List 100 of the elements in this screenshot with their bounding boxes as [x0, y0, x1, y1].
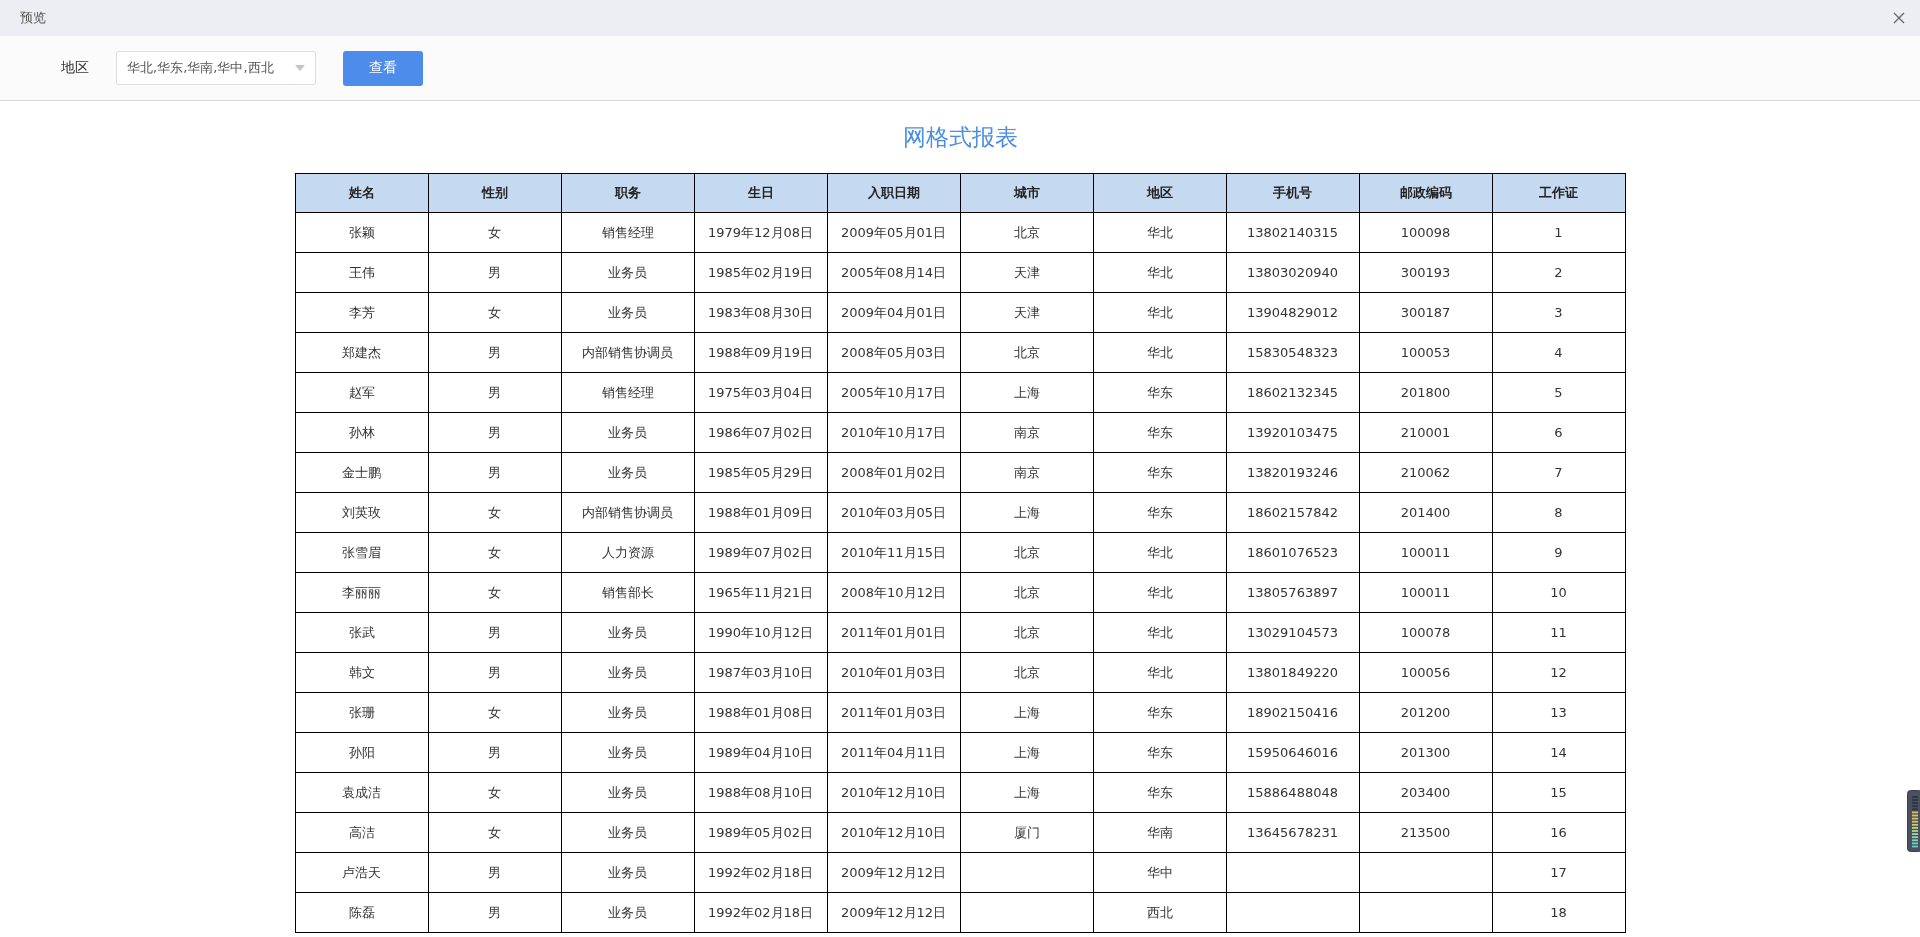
table-cell: 2 — [1492, 252, 1625, 293]
table-cell: 内部销售协调员 — [561, 332, 694, 373]
table-cell: 16 — [1492, 812, 1625, 853]
table-cell: 女 — [428, 572, 561, 613]
caret-icon — [295, 65, 305, 71]
table-cell: 210062 — [1359, 452, 1492, 493]
table-cell: 100053 — [1359, 332, 1492, 373]
table-cell: 女 — [428, 812, 561, 853]
table-cell: 1985年05月29日 — [694, 452, 827, 493]
table-cell: 4 — [1492, 332, 1625, 373]
table-cell: 18 — [1492, 892, 1625, 933]
table-cell: 张武 — [295, 612, 428, 653]
table-cell: 2010年03月05日 — [827, 492, 960, 533]
table-cell: 天津 — [960, 292, 1093, 333]
table-cell: 业务员 — [561, 812, 694, 853]
table-cell: 华东 — [1093, 372, 1226, 413]
table-cell: 业务员 — [561, 692, 694, 733]
table-cell: 北京 — [960, 212, 1093, 253]
table-cell: 金士鹏 — [295, 452, 428, 493]
table-cell: 北京 — [960, 652, 1093, 693]
table-cell: 业务员 — [561, 412, 694, 453]
table-cell: 北京 — [960, 572, 1093, 613]
table-cell: 女 — [428, 292, 561, 333]
table-cell: 201400 — [1359, 492, 1492, 533]
table-cell: 业务员 — [561, 252, 694, 293]
table-cell: 女 — [428, 772, 561, 813]
close-icon[interactable] — [1892, 11, 1906, 25]
table-cell: 王伟 — [295, 252, 428, 293]
table-cell: 男 — [428, 332, 561, 373]
table-cell: 华中 — [1093, 852, 1226, 893]
table-cell: 业务员 — [561, 652, 694, 693]
region-label: 地区 — [61, 59, 89, 77]
table-cell: 1992年02月18日 — [694, 892, 827, 933]
table-cell: 2008年05月03日 — [827, 332, 960, 373]
table-cell: 女 — [428, 492, 561, 533]
table-cell: 高洁 — [295, 812, 428, 853]
table-cell: 2009年12月12日 — [827, 892, 960, 933]
column-header: 城市 — [960, 173, 1093, 213]
table-cell: 2008年01月02日 — [827, 452, 960, 493]
table-cell: 2005年08月14日 — [827, 252, 960, 293]
table-cell: 12 — [1492, 652, 1625, 693]
table-cell: 上海 — [960, 692, 1093, 733]
table-cell: 13805763897 — [1226, 572, 1359, 613]
table-cell: 1987年03月10日 — [694, 652, 827, 693]
table-cell: 业务员 — [561, 452, 694, 493]
table-cell: 210001 — [1359, 412, 1492, 453]
table-cell: 1992年02月18日 — [694, 852, 827, 893]
table-cell: 9 — [1492, 532, 1625, 573]
table-cell: 华北 — [1093, 212, 1226, 253]
table-cell: 13645678231 — [1226, 812, 1359, 853]
table-cell: 2005年10月17日 — [827, 372, 960, 413]
table-cell: 人力资源 — [561, 532, 694, 573]
table-cell: 300187 — [1359, 292, 1492, 333]
table-cell: 1983年08月30日 — [694, 292, 827, 333]
table-cell: 华北 — [1093, 572, 1226, 613]
table-cell: 西北 — [1093, 892, 1226, 933]
column-header: 工作证 — [1492, 173, 1625, 213]
table-cell: 女 — [428, 212, 561, 253]
table-cell: 业务员 — [561, 852, 694, 893]
table-cell: 男 — [428, 652, 561, 693]
column-header: 性别 — [428, 173, 561, 213]
table-cell: 2011年01月03日 — [827, 692, 960, 733]
table-cell: 2010年11月15日 — [827, 532, 960, 573]
table-cell: 华东 — [1093, 732, 1226, 773]
table-cell: 1989年04月10日 — [694, 732, 827, 773]
table-cell: 1 — [1492, 212, 1625, 253]
column-header: 邮政编码 — [1359, 173, 1492, 213]
table-cell: 13 — [1492, 692, 1625, 733]
table-cell: 男 — [428, 372, 561, 413]
table-cell: 上海 — [960, 372, 1093, 413]
table-cell: 15 — [1492, 772, 1625, 813]
table-cell: 南京 — [960, 452, 1093, 493]
table-cell: 13802140315 — [1226, 212, 1359, 253]
table-cell: 2010年10月17日 — [827, 412, 960, 453]
region-select[interactable]: 华北,华东,华南,华中,西北 — [116, 51, 316, 85]
table-cell: 13904829012 — [1226, 292, 1359, 333]
table-cell: 张颖 — [295, 212, 428, 253]
table-cell: 李丽丽 — [295, 572, 428, 613]
table-cell: 华东 — [1093, 772, 1226, 813]
table-cell: 18902150416 — [1226, 692, 1359, 733]
table-cell: 业务员 — [561, 892, 694, 933]
table-cell: 2011年01月01日 — [827, 612, 960, 653]
table-cell: 100098 — [1359, 212, 1492, 253]
table-cell: 华北 — [1093, 652, 1226, 693]
table-cell: 业务员 — [561, 612, 694, 653]
table-cell: 天津 — [960, 252, 1093, 293]
table-cell: 203400 — [1359, 772, 1492, 813]
table-cell: 1988年08月10日 — [694, 772, 827, 813]
table-cell: 100011 — [1359, 532, 1492, 573]
column-header: 姓名 — [295, 173, 428, 213]
table-cell: 华北 — [1093, 612, 1226, 653]
table-cell: 1988年09月19日 — [694, 332, 827, 373]
table-cell: 18601076523 — [1226, 532, 1359, 573]
table-cell: 北京 — [960, 612, 1093, 653]
table-cell: 1965年11月21日 — [694, 572, 827, 613]
table-cell: 上海 — [960, 732, 1093, 773]
table-cell: 13801849220 — [1226, 652, 1359, 693]
table-cell: 郑建杰 — [295, 332, 428, 373]
table-cell: 1989年05月02日 — [694, 812, 827, 853]
table-cell: 2008年10月12日 — [827, 572, 960, 613]
